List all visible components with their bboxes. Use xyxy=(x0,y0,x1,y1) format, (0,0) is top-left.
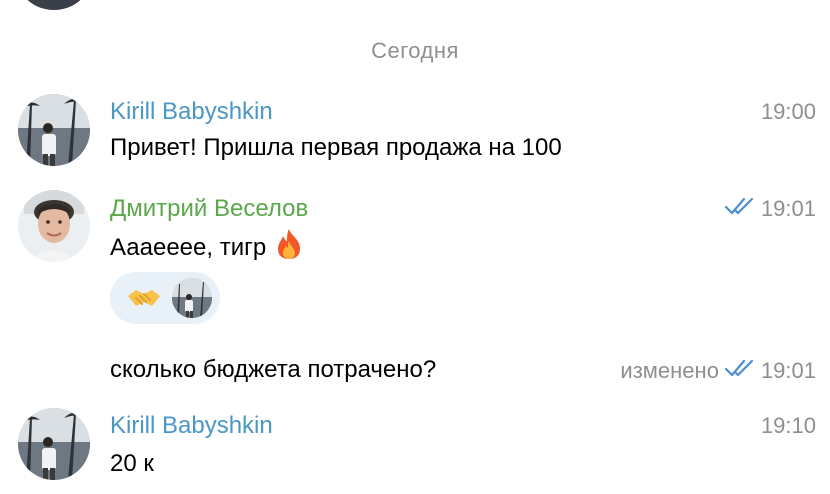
message-text: Привет! Пришла первая продажа на 100 xyxy=(110,134,562,162)
message-text: сколько бюджета потрачено? xyxy=(110,356,436,384)
avatar-dmitry[interactable] xyxy=(18,190,90,262)
reaction-pill[interactable] xyxy=(110,272,220,324)
message-time: 19:10 xyxy=(761,413,816,439)
sender-name[interactable]: Kirill Babyshkin xyxy=(110,412,273,440)
time-label: 19:01 xyxy=(760,358,816,383)
double-check-icon xyxy=(724,358,755,384)
date-separator: Сегодня xyxy=(371,38,459,63)
message-time: изменено 19:01 xyxy=(620,358,816,384)
avatar[interactable] xyxy=(18,0,90,10)
message-text: Аааееее, тигр xyxy=(110,228,304,267)
sender-name[interactable]: Kirill Babyshkin xyxy=(110,98,273,126)
double-check-icon xyxy=(724,196,755,222)
message-text-label: сколько бюджета потрачено? xyxy=(110,356,437,383)
edited-label: изменено xyxy=(620,358,719,383)
message-text: 20 к xyxy=(110,450,154,478)
time-label: 19:01 xyxy=(760,196,816,221)
message-text-label: Привет! Пришла первая продажа на 100 xyxy=(110,134,562,161)
message-time: 19:01 xyxy=(724,196,816,222)
time-label: 19:10 xyxy=(760,413,816,438)
sender-name[interactable]: Дмитрий Веселов xyxy=(110,195,308,223)
message-time: 19:00 xyxy=(761,99,816,125)
avatar-kirill[interactable] xyxy=(18,94,90,166)
time-label: 19:00 xyxy=(760,99,816,124)
reaction-user-avatar[interactable] xyxy=(172,278,212,318)
message-text-label: Аааееее, тигр xyxy=(110,233,267,261)
avatar-kirill[interactable] xyxy=(18,408,90,480)
chat-history[interactable]: Сегодня Kirill Babyshkin 19:00 Привет! П… xyxy=(0,0,830,494)
handshake-icon xyxy=(126,280,162,316)
fire-icon xyxy=(274,228,304,267)
message-text-label: 20 к xyxy=(110,450,154,477)
previous-message-cutoff xyxy=(18,0,818,12)
